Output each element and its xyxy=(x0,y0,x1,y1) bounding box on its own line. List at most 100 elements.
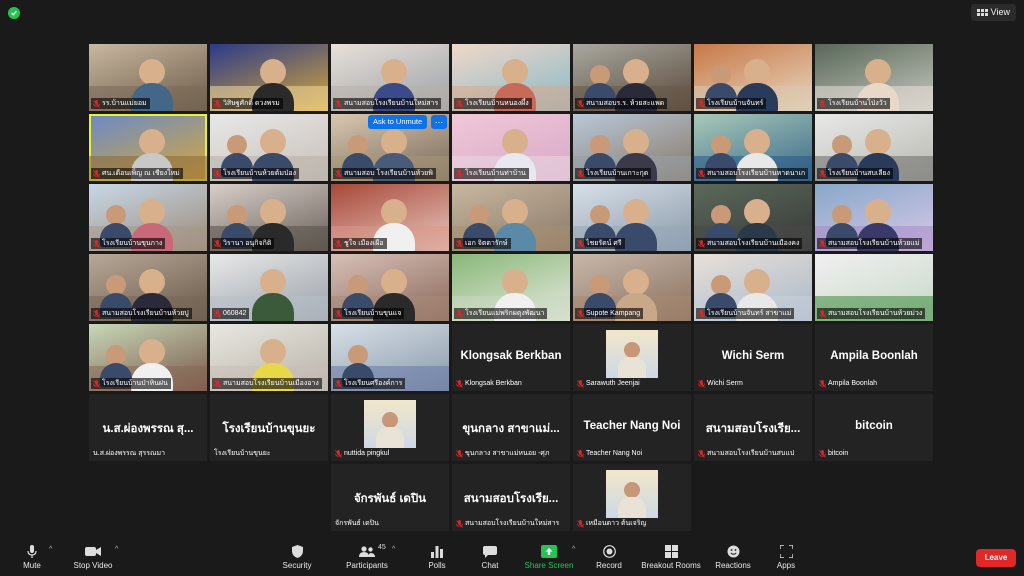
participant-name-tag: โรงเรียนบ้านห้วยต้มป่อง xyxy=(212,168,300,179)
participant-tile[interactable]: โรงเรียนบ้านเกาะกุด xyxy=(573,114,691,181)
participant-tile-video-off[interactable]: น.ส.ผ่องพรรณ สุ... น.ส.ผ่องพรรณ สุรรณมา xyxy=(89,394,207,461)
participant-display-name: ขุนกลาง สาขาแม่... xyxy=(462,423,560,435)
participant-name-tag: Wichi Serm xyxy=(696,378,746,389)
ask-to-unmute-button[interactable]: Ask to Unmute xyxy=(368,115,428,129)
participant-tile-video-off[interactable]: ขุนกลาง สาขาแม่... ขุนกลาง สาขาแม่หนอย -ศ… xyxy=(452,394,570,461)
participant-tile-video-off[interactable]: Ampila Boonlah Ampila Boonlah xyxy=(815,324,933,391)
participant-name-tag: 060842 xyxy=(212,308,250,319)
participant-display-name: จักรพันธ์ เดปิน xyxy=(353,493,427,505)
participant-tile[interactable]: โรงเรียนบ้านโป่งวัว xyxy=(815,44,933,111)
polls-bar-chart-icon xyxy=(431,543,443,560)
participant-tile[interactable]: โรงเรียนบ้านจันทร์ สาขาแม่ xyxy=(694,254,812,321)
participant-tile[interactable]: โรงเรียนบ้านขุนกาง xyxy=(89,184,207,251)
breakout-rooms-button[interactable]: Breakout Rooms xyxy=(640,543,702,575)
participant-tile[interactable]: เอก จิตตารักษ์ xyxy=(452,184,570,251)
tile-more-button[interactable]: … xyxy=(431,115,447,129)
participant-tile[interactable]: วิรานา อนุกิจกิติ xyxy=(210,184,328,251)
participants-options-caret-icon[interactable]: ^ xyxy=(392,546,395,553)
participant-tile[interactable]: สนามสอบโรงเรียนบ้านเมืองคง xyxy=(694,184,812,251)
participant-tile-video-off[interactable]: สนามสอบโรงเรีย... สนามสอบโรงเรียนบ้านใหม่… xyxy=(452,464,570,531)
mute-options-caret-icon[interactable]: ^ xyxy=(49,546,52,553)
participant-tile-video-off[interactable]: สนามสอบโรงเรีย... สนามสอบโรงเรียนบ้านสบแป xyxy=(694,394,812,461)
participant-tile[interactable]: 060842 xyxy=(210,254,328,321)
mic-muted-icon xyxy=(335,239,342,248)
participant-name-tag: สนามสอบ โรงเรียนบ้านห้วยพิ xyxy=(333,168,436,179)
participant-tile-video-off[interactable]: โรงเรียนบ้านขุนยะ โรงเรียนบ้านขุนยะ xyxy=(210,394,328,461)
participant-name-tag: สนามสอบโรงเรียนบ้านใหม่สาร xyxy=(333,98,442,109)
participant-tile-video-off[interactable]: Klongsak Berkban Klongsak Berkban xyxy=(452,324,570,391)
participant-tile-video-off[interactable]: เหมือนดาว ต้นเจริญ xyxy=(573,464,691,531)
polls-button[interactable]: Polls xyxy=(424,543,450,575)
participant-name-tag: จักรพันธ์ เดปิน xyxy=(335,520,379,527)
chat-button[interactable]: Chat xyxy=(477,543,503,575)
chat-label: Chat xyxy=(481,561,499,570)
participant-tile[interactable]: สนามสอบโรงเรียนบ้านห้วยแม่ xyxy=(815,184,933,251)
participant-tile[interactable]: สนามสอบโรงเรียนบ้านหาดนาเก xyxy=(694,114,812,181)
participant-tile[interactable]: สนามสอบโรงเรียนบ้านห้วยปู xyxy=(89,254,207,321)
leave-meeting-button[interactable]: Leave xyxy=(976,549,1016,567)
apps-label: Apps xyxy=(776,561,796,570)
mic-muted-icon xyxy=(819,169,826,178)
reactions-button[interactable]: Reactions xyxy=(714,543,752,575)
participant-tile[interactable]: สนามสอบโรงเรียนบ้านใหม่สาร xyxy=(331,44,449,111)
participant-display-name: สนามสอบโรงเรีย... xyxy=(463,493,559,505)
participant-name-tag: โรงเรียนศรีองค์การ xyxy=(333,378,406,389)
participant-tile-video-off[interactable]: Sarawuth Jeenjai xyxy=(573,324,691,391)
participant-name-tag: โรงเรียนบ้านโป่งวัว xyxy=(817,98,890,109)
record-button[interactable]: Record xyxy=(592,543,626,575)
mic-muted-icon xyxy=(577,239,584,248)
apps-icon xyxy=(779,543,793,560)
participant-name-tag: โรงเรียนบ้านขุนแจ xyxy=(333,308,405,319)
stop-video-button[interactable]: Stop Video xyxy=(70,543,116,575)
participant-tile[interactable]: โรงเรียนบ้านหนองผึ้ง xyxy=(452,44,570,111)
participant-name-tag: โรงเรียนบ้านขุนกาง xyxy=(91,238,166,249)
participant-tile-active-speaker[interactable]: ศน.เดือนเพ็ญ ณ เชียงใหม่ xyxy=(89,114,207,181)
mic-muted-icon xyxy=(93,99,100,108)
mic-muted-icon xyxy=(819,449,826,458)
participant-name-tag: ศน.เดือนเพ็ญ ณ เชียงใหม่ xyxy=(91,168,183,179)
mic-muted-icon xyxy=(93,309,100,318)
participant-display-name: สนามสอบโรงเรีย... xyxy=(705,423,801,435)
apps-button[interactable]: Apps xyxy=(772,543,800,575)
share-screen-button[interactable]: Share Screen xyxy=(524,543,574,575)
participants-label: Participants xyxy=(346,561,388,570)
participant-tile[interactable]: ไชยรัตน์ ศรี xyxy=(573,184,691,251)
share-options-caret-icon[interactable]: ^ xyxy=(572,546,575,553)
meeting-toolbar: Mute ^ Stop Video ^ Security Participant… xyxy=(0,540,1024,576)
participant-tile[interactable]: ชูใจ เมืองเผือ xyxy=(331,184,449,251)
participant-tile[interactable]: Supote Kampang xyxy=(573,254,691,321)
mic-muted-icon xyxy=(698,239,705,248)
participant-tile[interactable]: โรงเรียนบ้านจันทร์ xyxy=(694,44,812,111)
participant-tile[interactable]: สนามสอบโรงเรียนบ้านห้วยม่วง xyxy=(815,254,933,321)
security-button[interactable]: Security xyxy=(280,543,314,575)
participant-tile-video-off[interactable]: จักรพันธ์ เดปิน จักรพันธ์ เดปิน xyxy=(331,464,449,531)
mic-muted-icon xyxy=(698,449,705,458)
participant-tile-video-off[interactable]: Wichi Serm Wichi Serm xyxy=(694,324,812,391)
mute-button[interactable]: Mute xyxy=(18,543,46,575)
participant-name-tag: โรงเรียนบ้านสบเลียง xyxy=(817,168,894,179)
mic-muted-icon xyxy=(577,449,584,458)
participant-tile[interactable]: โรงเรียนบ้านท่าบ้าน xyxy=(452,114,570,181)
participant-tile[interactable]: โรงเรียนบ้านป่าหินฝน xyxy=(89,324,207,391)
mic-muted-icon xyxy=(698,99,705,108)
participant-tile[interactable]: โรงเรียนบ้านห้วยต้มป่อง xyxy=(210,114,328,181)
record-label: Record xyxy=(596,561,622,570)
participant-tile[interactable]: โรงเรียนศรีองค์การ xyxy=(331,324,449,391)
participant-tile-video-off[interactable]: bitcoin bitcoin xyxy=(815,394,933,461)
participant-tile[interactable]: โรงเรียนบ้านสบเลียง xyxy=(815,114,933,181)
participant-name-tag: สนามสอบร.ร. ห้วยสะแพด xyxy=(575,98,668,109)
participant-tile[interactable]: สนามสอบร.ร. ห้วยสะแพด xyxy=(573,44,691,111)
participant-tile[interactable]: โรงเรียนบ้านขุนแจ xyxy=(331,254,449,321)
video-options-caret-icon[interactable]: ^ xyxy=(115,546,118,553)
participant-tile[interactable]: วิสิษฐศักดิ์ ดวงพรม xyxy=(210,44,328,111)
participant-tile[interactable]: รร.บ้านแม่ยอม xyxy=(89,44,207,111)
mic-muted-icon xyxy=(214,169,221,178)
participant-name-tag: ขุนกลาง สาขาแม่หนอย -ศุภ xyxy=(454,448,552,459)
mic-muted-icon xyxy=(93,239,100,248)
mic-muted-icon xyxy=(456,309,463,318)
participant-tile[interactable]: โรงเรียนแม่พริกผดุงพัฒนา xyxy=(452,254,570,321)
participant-tile-video-off[interactable]: nuttida pingkul xyxy=(331,394,449,461)
participant-tile-video-off[interactable]: Teacher Nang Noi Teacher Nang Noi xyxy=(573,394,691,461)
participant-tile[interactable]: สนามสอบโรงเรียนบ้านเมืองอาง xyxy=(210,324,328,391)
participant-count: 45 xyxy=(378,544,386,551)
